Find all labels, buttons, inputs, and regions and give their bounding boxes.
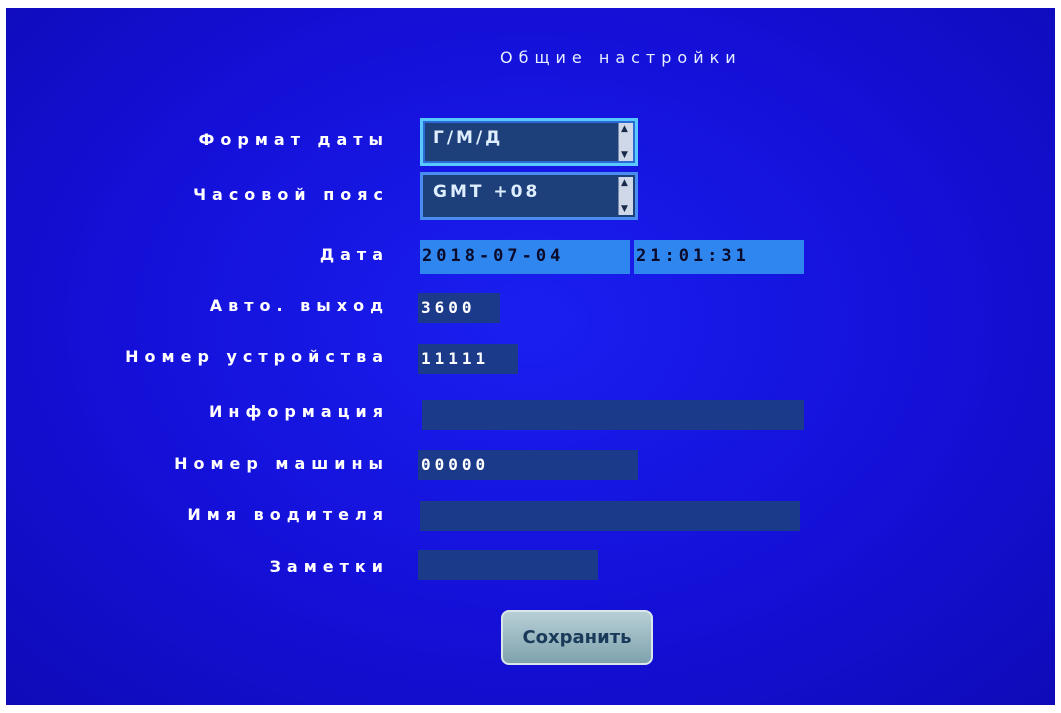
notes-input[interactable]: [418, 550, 598, 580]
date-label: Дата: [319, 245, 389, 264]
info-input[interactable]: [422, 400, 804, 430]
timezone-value: GMT +08: [433, 182, 541, 202]
time-input[interactable]: 21:01:31: [634, 240, 804, 274]
timezone-label: Часовой пояс: [193, 185, 389, 204]
date-format-label: Формат даты: [198, 130, 389, 149]
settings-screen: Общие настройки Формат даты Г/М/Д ▲ ▼ Ча…: [6, 8, 1055, 705]
save-button[interactable]: Сохранить: [501, 610, 653, 665]
date-format-spinner[interactable]: ▲ ▼: [618, 123, 633, 161]
spin-down-icon[interactable]: ▼: [621, 149, 631, 161]
driver-name-input[interactable]: [420, 501, 800, 531]
device-number-label: Номер устройства: [125, 347, 389, 366]
spin-down-icon[interactable]: ▼: [621, 203, 631, 215]
spin-up-icon[interactable]: ▲: [621, 123, 631, 135]
page-title: Общие настройки: [500, 48, 742, 67]
device-number-input[interactable]: 11111: [418, 344, 518, 374]
car-number-label: Номер машины: [174, 454, 389, 473]
date-input[interactable]: 2018-07-04: [420, 240, 630, 274]
notes-label: Заметки: [269, 557, 389, 576]
auto-exit-input[interactable]: 3600: [418, 293, 500, 323]
auto-exit-label: Авто. выход: [209, 296, 389, 315]
date-format-value: Г/М/Д: [433, 128, 504, 148]
timezone-select[interactable]: GMT +08 ▲ ▼: [420, 172, 638, 220]
info-label: Информация: [209, 402, 389, 421]
car-number-input[interactable]: 00000: [418, 450, 638, 480]
driver-name-label: Имя водителя: [187, 505, 389, 524]
spin-up-icon[interactable]: ▲: [621, 177, 631, 189]
timezone-spinner[interactable]: ▲ ▼: [618, 177, 633, 215]
date-format-select[interactable]: Г/М/Д ▲ ▼: [420, 118, 638, 166]
